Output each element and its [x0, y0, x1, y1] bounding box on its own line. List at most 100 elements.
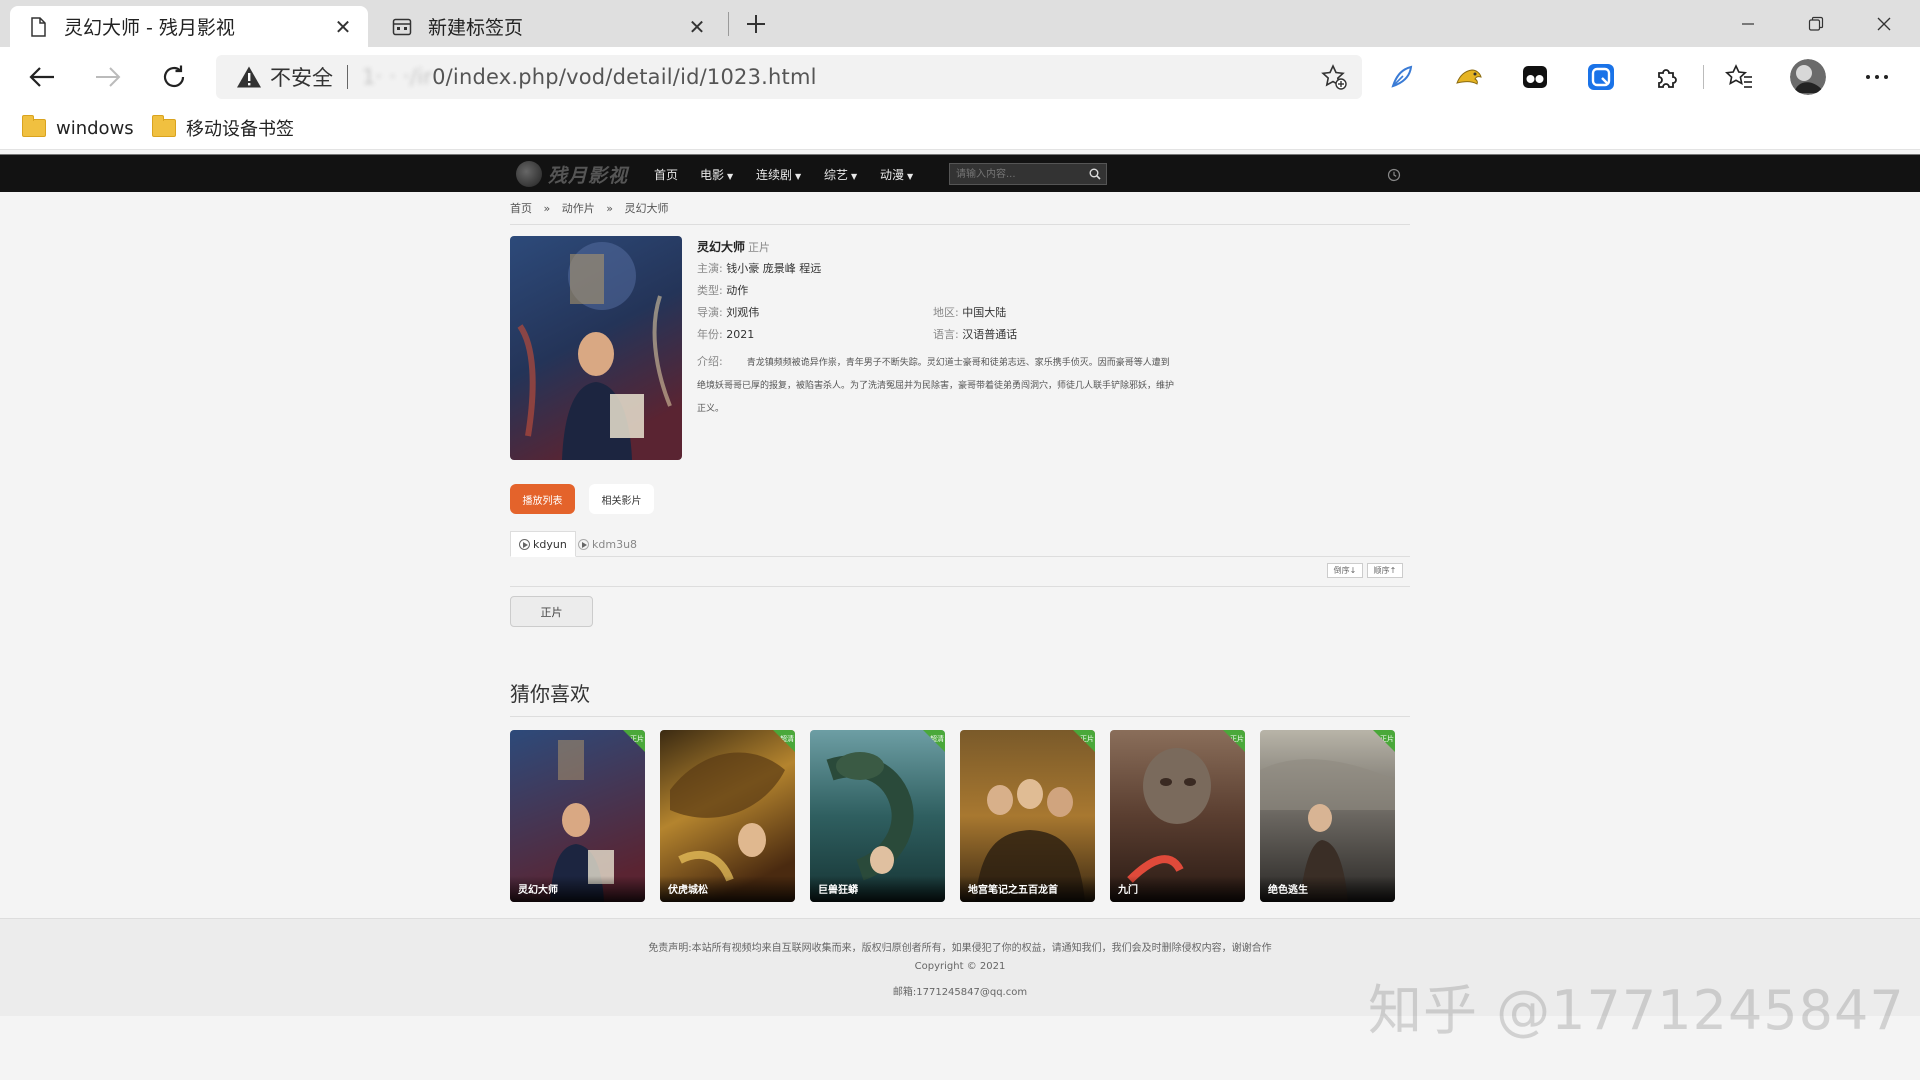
nav-label: 综艺 [824, 168, 849, 182]
region-value[interactable]: 中国大陆 [962, 306, 1006, 319]
genre-row: 类型: 动作 [697, 282, 748, 298]
intro-label: 介绍: [697, 355, 723, 368]
title-row: 灵幻大师 正片 [697, 238, 770, 255]
divider [510, 224, 1410, 225]
breadcrumb-sep: » [606, 202, 613, 215]
breadcrumb: 首页 » 动作片 » 灵幻大师 [510, 200, 676, 216]
nav-label: 电影 [700, 168, 725, 182]
logo-emblem [516, 161, 542, 187]
folder-icon [22, 115, 46, 137]
region-row: 地区: 中国大陆 [933, 304, 1006, 320]
bookmark-folder-mobile[interactable]: 移动设备书签 [152, 113, 294, 143]
tab-separator [728, 12, 729, 36]
region-label: 地区: [933, 306, 959, 319]
extensions-puzzle-icon[interactable] [1650, 60, 1684, 94]
nav-series[interactable]: 连续剧 ▼ [756, 166, 801, 183]
close-icon[interactable]: ✕ [682, 12, 712, 42]
more-menu-icon[interactable] [1860, 60, 1894, 94]
recommend-card[interactable]: 正片 绝色逃生 [1260, 730, 1395, 902]
divider [510, 716, 1410, 717]
source-label: kdm3u8 [592, 537, 638, 551]
insecure-label[interactable]: 不安全 [270, 62, 333, 92]
year-value[interactable]: 2021 [726, 328, 754, 341]
recommend-card[interactable]: 正片 地宫笔记之五百龙首 [960, 730, 1095, 902]
source-kdyun[interactable]: kdyun [510, 531, 576, 557]
genre-value[interactable]: 动作 [726, 284, 748, 297]
refresh-icon[interactable] [154, 57, 194, 97]
warning-icon[interactable] [236, 64, 262, 90]
back-arrow-icon[interactable] [22, 57, 62, 97]
web-page: 残月影视 首页 电影▼ 连续剧▼ 综艺▼ 动漫▼ 首页 » 动作片 » 灵幻大师 [0, 150, 1920, 1080]
tab-playlist[interactable]: 播放列表 [510, 484, 575, 514]
breadcrumb-current: 灵幻大师 [624, 202, 669, 215]
breadcrumb-sep: » [543, 202, 551, 215]
lang-value: 汉语普通话 [962, 328, 1018, 341]
add-favorite-star-icon[interactable] [1320, 63, 1348, 91]
tab-new-tab[interactable]: 新建标签页 ✕ [374, 6, 722, 47]
recommend-card[interactable]: 超清 巨兽狂蟒 [810, 730, 945, 902]
tab-title: 灵幻大师 - 残月影视 [64, 17, 235, 39]
card-title: 巨兽狂蟒 [810, 876, 945, 902]
recommend-card[interactable]: 正片 九门 [1110, 730, 1245, 902]
main-poster[interactable] [510, 236, 682, 460]
bookmark-folder-windows[interactable]: windows [22, 113, 134, 143]
tab-related[interactable]: 相关影片 [589, 484, 654, 514]
url-text[interactable]: 1‧ ‧ ‧/ir0/index.php/vod/detail/id/1023.… [362, 65, 817, 89]
bookmarks-bar: windows 移动设备书签 [0, 105, 1920, 150]
director-row: 导演: 刘观伟 [697, 304, 759, 320]
breadcrumb-home[interactable]: 首页 [510, 202, 532, 215]
window-close-icon[interactable] [1850, 0, 1918, 47]
recommend-heading: 猜你喜欢 [510, 682, 590, 706]
url-path: 0/index.php/vod/detail/id/1023.html [432, 65, 817, 89]
favorites-icon[interactable] [1722, 60, 1756, 94]
nav-home[interactable]: 首页 [654, 166, 678, 183]
lang-label: 语言: [933, 328, 959, 341]
cast-value[interactable]: 钱小豪 庞景峰 程远 [726, 262, 821, 275]
address-divider [347, 65, 348, 89]
nav-variety[interactable]: 综艺 ▼ [824, 166, 857, 183]
nav-anime[interactable]: 动漫 ▼ [880, 166, 913, 183]
folder-icon [152, 115, 176, 137]
quality-tag: 正片 [748, 241, 771, 254]
tampermonkey-extension-icon[interactable] [1452, 60, 1486, 94]
caret-down-icon: ▼ [851, 172, 858, 181]
site-search-input[interactable] [950, 164, 1084, 184]
nav-movie[interactable]: 电影 ▼ [700, 166, 733, 183]
q-extension-icon[interactable] [1584, 60, 1618, 94]
breadcrumb-category[interactable]: 动作片 [562, 202, 595, 215]
episode-button[interactable]: 正片 [510, 596, 593, 627]
card-title: 九门 [1110, 876, 1245, 902]
director-value[interactable]: 刘观伟 [726, 306, 759, 319]
cast-label: 主演: [697, 262, 723, 275]
restore-icon[interactable] [1782, 0, 1850, 47]
source-kdm3u8[interactable]: kdm3u8 [570, 531, 645, 557]
lang-row: 语言: 汉语普通话 [933, 326, 1017, 342]
bookmark-label: 移动设备书签 [186, 119, 294, 140]
recommend-card[interactable]: 正片 灵幻大师 [510, 730, 645, 902]
intro-text: 青龙镇频频被诡异作祟，青年男子不断失踪。灵幻道士豪哥和徒弟志远、家乐携手侦灭。因… [697, 358, 1175, 414]
nav-label: 连续剧 [756, 168, 793, 182]
card-title: 伏虎城松 [660, 876, 795, 902]
history-clock-icon[interactable] [1387, 167, 1401, 182]
nav-label: 动漫 [880, 168, 905, 182]
site-logo[interactable]: 残月影视 [516, 160, 628, 188]
url-redacted: 1‧ ‧ ‧/ir [362, 65, 433, 89]
sort-reverse-button[interactable]: 倒序↓ [1327, 563, 1363, 578]
sort-forward-button[interactable]: 顺序↑ [1367, 563, 1403, 578]
nav-label: 首页 [654, 168, 679, 182]
search-icon[interactable] [1084, 164, 1106, 184]
address-bar[interactable]: 不安全 1‧ ‧ ‧/ir0/index.php/vod/detail/id/1… [216, 55, 1362, 99]
feather-extension-icon[interactable] [1385, 60, 1419, 94]
director-label: 导演: [697, 306, 723, 319]
forward-arrow-icon[interactable] [88, 57, 128, 97]
tab-active[interactable]: 灵幻大师 - 残月影视 ✕ [10, 6, 368, 47]
card-title: 绝色逃生 [1260, 876, 1395, 902]
glasses-extension-icon[interactable] [1518, 60, 1552, 94]
recommend-card[interactable]: 超清 伏虎城松 [660, 730, 795, 902]
minimize-icon[interactable] [1714, 0, 1782, 47]
profile-avatar[interactable] [1790, 59, 1826, 95]
new-tab-plus-icon[interactable] [740, 8, 772, 40]
divider [510, 586, 1410, 587]
year-label: 年份: [697, 328, 723, 341]
close-icon[interactable]: ✕ [328, 12, 358, 42]
